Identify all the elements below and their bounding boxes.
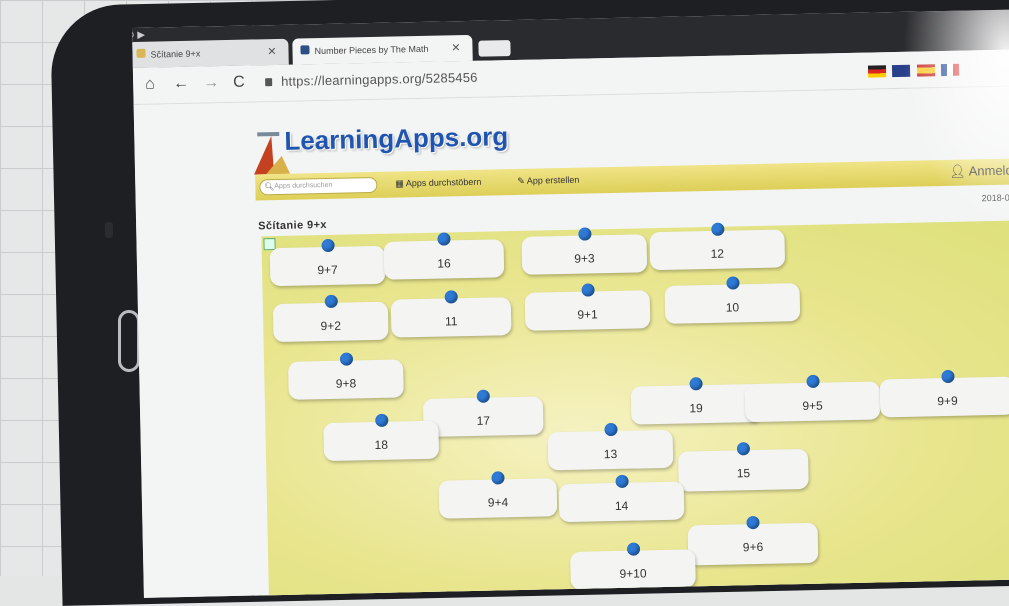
card-label: 9+10: [619, 566, 647, 581]
status-icons: ⊙ ▶: [132, 29, 146, 42]
flag-fr-icon[interactable]: [941, 63, 960, 77]
pin-icon: [437, 232, 451, 246]
pin-icon: [746, 515, 760, 530]
search-input[interactable]: 🔍︎ Apps durchsuchen: [259, 176, 378, 196]
app-board: 9+7 16 9+3 12 9+2 11 9+1 10 9+8 17 19 9+…: [261, 220, 1009, 598]
pin-icon: [725, 276, 740, 290]
number-card[interactable]: 15: [677, 442, 809, 492]
card-label: 9+7: [317, 262, 338, 278]
favicon-icon: [136, 48, 146, 58]
close-icon[interactable]: ✕: [451, 41, 460, 54]
tab-scitanie[interactable]: Sčítanie 9+x ✕: [132, 38, 289, 69]
pin-icon: [339, 352, 353, 366]
tab-label: Sčítanie 9+x: [150, 48, 201, 60]
pin-icon: [710, 222, 724, 236]
pin-icon: [805, 374, 820, 388]
number-card[interactable]: 9+2: [272, 294, 389, 343]
create-app-label: App erstellen: [526, 174, 580, 186]
number-card[interactable]: 9+3: [521, 227, 648, 275]
number-card[interactable]: 9+8: [288, 352, 404, 400]
card-label: 12: [710, 246, 725, 261]
pin-icon: [577, 227, 592, 241]
card-label: 10: [725, 300, 740, 315]
tablet-sensor: [105, 222, 113, 238]
number-card[interactable]: 9+4: [438, 471, 558, 519]
lock-icon: [265, 78, 273, 87]
flag-de-icon[interactable]: [867, 65, 887, 78]
search-icon: 🔍︎: [264, 182, 275, 192]
card-label: 16: [437, 256, 451, 271]
forward-arrow-icon[interactable]: →: [203, 74, 219, 92]
card-label: 15: [736, 466, 751, 481]
tab-label: Number Pieces by The Math: [314, 43, 429, 57]
login-label: Anmelden: [968, 162, 1009, 179]
card-label: 17: [476, 413, 491, 428]
pin-icon: [320, 238, 335, 253]
reload-icon[interactable]: C: [233, 74, 245, 92]
pin-icon: [940, 369, 955, 384]
number-card[interactable]: 10: [664, 276, 801, 324]
flag-es-icon[interactable]: [916, 64, 936, 77]
number-card[interactable]: 12: [649, 222, 786, 271]
pin-icon: [689, 377, 703, 391]
card-label: 9+3: [574, 251, 595, 266]
close-icon[interactable]: ✕: [267, 45, 276, 58]
card-label: 9+9: [937, 393, 958, 409]
app-date: 2018-06-05: [981, 192, 1009, 204]
number-card[interactable]: 9+6: [687, 515, 819, 566]
number-card[interactable]: 18: [323, 413, 440, 462]
flag-uk-icon[interactable]: [892, 64, 911, 78]
home-icon[interactable]: ⌂: [145, 76, 155, 94]
login-link[interactable]: 👤︎ Anmelden: [949, 162, 1009, 180]
pin-icon: [491, 471, 505, 485]
number-card[interactable]: 13: [547, 422, 674, 471]
card-label: 13: [603, 446, 618, 462]
favicon-icon: [300, 45, 310, 55]
pin-icon: [626, 542, 640, 556]
number-card[interactable]: 17: [422, 389, 544, 437]
pin-icon: [580, 283, 595, 297]
card-label: 19: [689, 401, 703, 416]
site-logo[interactable]: LearningApps.org: [284, 121, 509, 157]
create-app-link[interactable]: ✎ App erstellen: [517, 175, 579, 187]
card-label: 14: [614, 498, 629, 513]
card-label: 9+2: [320, 318, 342, 334]
pin-icon: [324, 294, 338, 309]
card-label: 9+4: [487, 495, 509, 510]
app-title: Sčítanie 9+x: [258, 218, 327, 233]
url-field[interactable]: https://learningapps.org/5285456: [281, 70, 478, 89]
search-placeholder: Apps durchsuchen: [274, 181, 333, 191]
number-card[interactable]: 9+7: [269, 238, 386, 287]
pin-icon: [614, 474, 629, 488]
card-label: 9+8: [335, 376, 357, 391]
number-card[interactable]: 9+1: [524, 283, 651, 331]
tablet-screen: ⊙ ▶ Sčítanie 9+x ✕ Number Pieces by The …: [132, 9, 1009, 598]
card-label: 11: [444, 314, 458, 329]
pin-icon: [476, 389, 490, 403]
number-card[interactable]: 16: [383, 232, 505, 280]
new-tab-button[interactable]: [478, 40, 511, 57]
card-label: 9+1: [577, 307, 598, 322]
pin-icon: [603, 422, 618, 437]
card-label: 18: [374, 437, 389, 453]
language-flags[interactable]: [867, 63, 962, 83]
number-card[interactable]: 19: [630, 377, 762, 425]
number-card[interactable]: 14: [558, 474, 685, 523]
number-card[interactable]: 11: [390, 290, 512, 338]
pin-icon: [444, 290, 458, 304]
tablet-home-button[interactable]: [118, 310, 140, 372]
card-label: 9+5: [802, 398, 823, 414]
number-card[interactable]: 9+9: [879, 369, 1009, 418]
number-card[interactable]: 9+5: [744, 374, 881, 423]
pin-icon: [374, 413, 388, 428]
card-label: 9+6: [742, 539, 764, 555]
number-card[interactable]: 9+10: [570, 542, 696, 590]
page-content: LearningApps.org 🔍︎ Apps durchsuchen ▦ A…: [133, 86, 1009, 598]
pin-icon: [736, 442, 751, 456]
tab-number-pieces[interactable]: Number Pieces by The Math ✕: [292, 34, 473, 65]
browse-apps-link[interactable]: ▦ Apps durchstöbern: [395, 177, 481, 190]
browse-apps-label: Apps durchstöbern: [405, 176, 482, 189]
back-arrow-icon[interactable]: ←: [173, 75, 189, 93]
site-navbar: 🔍︎ Apps durchsuchen ▦ Apps durchstöbern …: [255, 158, 1009, 201]
